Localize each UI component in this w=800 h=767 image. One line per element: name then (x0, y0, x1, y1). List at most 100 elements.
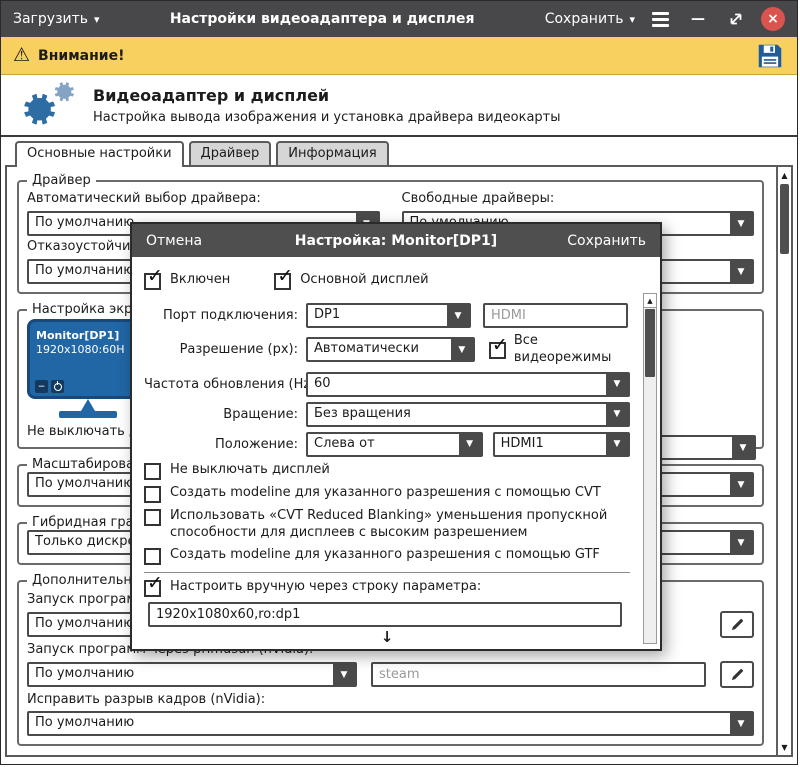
keep-on-checkbox[interactable]: ✓ (144, 462, 161, 480)
port-row: Порт подключения: DP1 ▼ (144, 303, 630, 328)
dialog-save-button[interactable]: Сохранить (556, 233, 646, 249)
main-scrollbar[interactable]: ▲ ▼ (776, 167, 791, 755)
warning-label: Внимание! (38, 47, 125, 64)
chevron-down-icon[interactable]: ▼ (458, 433, 481, 455)
close-button[interactable]: × (761, 7, 785, 31)
dialog-title: Настройка: Monitor[DP1] (294, 232, 498, 249)
all-modes-checkbox[interactable]: ✓ (488, 334, 508, 359)
all-modes-checkbox-label: Все видеорежимы (513, 333, 612, 365)
window-title: Настройки видеоадаптера и дисплея (169, 11, 475, 27)
port-manual-input[interactable] (483, 303, 628, 328)
tab-info[interactable]: Информация (276, 141, 389, 165)
primus-select[interactable]: По умолчанию ▼ (27, 662, 357, 687)
all-modes-checkbox-row[interactable]: ✓ Все видеорежимы (488, 333, 630, 367)
check-icon: ✓ (147, 571, 163, 594)
save-menu-button[interactable]: Сохранить ▾ (545, 11, 635, 27)
position-select[interactable]: Слева от ▼ (306, 431, 483, 457)
primary-display-checkbox-row[interactable]: ✓ Основной дисплей (274, 265, 429, 290)
caret-down-icon: ▾ (629, 12, 635, 26)
tab-driver[interactable]: Драйвер (188, 141, 272, 165)
rotation-select-value: Без вращения (314, 405, 411, 421)
dialog-cancel-button[interactable]: Отмена (146, 233, 236, 249)
chevron-down-icon[interactable]: ▼ (333, 664, 355, 685)
titlebar: Загрузить ▾ Настройки видеоадаптера и ди… (1, 1, 797, 37)
manual-checkbox-row[interactable]: ✓ Настроить вручную через строку парамет… (144, 572, 630, 597)
chevron-down-icon[interactable]: ▼ (447, 305, 469, 326)
chevron-down-icon[interactable]: ▼ (606, 373, 628, 395)
cvt-checkbox-label: Создать modeline для указанного разрешен… (170, 484, 601, 500)
tab-info-label: Информация (288, 146, 377, 161)
gtf-checkbox[interactable]: ✓ (144, 547, 161, 565)
rotation-row: Вращение: Без вращения ▼ (144, 401, 630, 427)
tearing-select[interactable]: По умолчанию ▼ (27, 711, 754, 736)
gtf-checkbox-row[interactable]: ✓ Создать modeline для указанного разреш… (144, 547, 630, 565)
port-select[interactable]: DP1 ▼ (306, 303, 471, 328)
pencil-icon (731, 618, 743, 631)
app-window: Загрузить ▾ Настройки видеоадаптера и ди… (0, 0, 798, 765)
primus-edit-button[interactable] (720, 661, 754, 688)
resolution-label: Разрешение (px): (179, 342, 298, 358)
position-select-value: Слева от (314, 435, 375, 451)
scroll-up-button[interactable]: ▲ (778, 167, 791, 183)
menu-button[interactable] (647, 6, 673, 32)
chevron-down-icon[interactable]: ▼ (730, 713, 752, 734)
cvt-rb-checkbox[interactable]: ✓ (144, 508, 161, 526)
resize-diagonal-icon (730, 13, 742, 25)
cvt-checkbox[interactable]: ✓ (144, 485, 161, 503)
rotation-select[interactable]: Без вращения ▼ (306, 401, 630, 427)
keep-on-checkbox-row[interactable]: ✓ Не выключать дисплей (144, 462, 630, 480)
enabled-checkbox[interactable]: ✓ (144, 265, 163, 290)
chevron-down-icon[interactable]: ▼ (730, 474, 752, 495)
resolution-row: Разрешение (px): Автоматически ▼ ✓ Все в… (144, 333, 630, 367)
dialog-top-checkboxes: ✓ Включен ✓ Основной дисплей (144, 265, 630, 295)
cvt-rb-checkbox-row[interactable]: ✓ Использовать «CVT Reduced Blanking» ум… (144, 508, 630, 542)
free-driver-label: Свободные драйверы: (401, 191, 555, 206)
scroll-down-button[interactable]: ▼ (778, 739, 791, 755)
caret-down-icon: ▾ (94, 12, 100, 26)
chevron-down-icon[interactable]: ▼ (606, 433, 628, 455)
monitor-settings-dialog: Отмена Настройка: Monitor[DP1] Сохранить… (130, 222, 662, 651)
advanced-group-legend: Дополнительно (32, 573, 140, 588)
chevron-down-icon[interactable]: ▼ (450, 339, 473, 361)
hamburger-icon (651, 11, 669, 27)
save-file-icon[interactable] (755, 41, 785, 71)
power-glyph (53, 380, 62, 391)
load-menu-button[interactable]: Загрузить ▾ (13, 11, 100, 27)
maximize-button[interactable] (723, 6, 749, 32)
optirun-edit-button[interactable] (720, 611, 754, 638)
scroll-down-icon: ▼ (781, 742, 788, 752)
scrollbar-thumb[interactable] (780, 184, 789, 254)
scroll-up-icon: ▲ (781, 170, 788, 180)
primus-select-value: По умолчанию (35, 666, 135, 681)
enabled-checkbox-row[interactable]: ✓ Включен (144, 265, 230, 290)
manual-checkbox[interactable]: ✓ (144, 572, 163, 597)
tearing-label: Исправить разрыв кадров (nVidia): (27, 692, 266, 707)
monitor-minus-icon[interactable]: − (35, 380, 48, 393)
minimize-button[interactable]: — (685, 6, 711, 32)
primus-app-input[interactable] (371, 662, 706, 687)
primary-display-checkbox[interactable]: ✓ (274, 265, 293, 290)
chevron-down-icon[interactable]: ▼ (606, 403, 628, 425)
check-icon: ✓ (277, 265, 294, 287)
chevron-down-icon[interactable]: ▼ (730, 532, 752, 553)
tab-main-settings[interactable]: Основные настройки (15, 141, 184, 167)
dialog-scrollbar[interactable]: ▲ (643, 293, 657, 644)
chevron-down-icon[interactable]: ▼ (732, 437, 754, 458)
refresh-select[interactable]: 60 ▼ (306, 371, 630, 397)
manual-param-input[interactable] (148, 601, 622, 627)
page-subtitle: Настройка вывода изображения и установка… (93, 109, 561, 125)
refresh-row: Частота обновления (Hz): 60 ▼ (144, 371, 630, 397)
primus-row: По умолчанию ▼ (27, 661, 754, 688)
position-target-select[interactable]: HDMI1 ▼ (492, 431, 630, 457)
dialog-scroll-up-button[interactable]: ▲ (644, 294, 656, 308)
cvt-checkbox-row[interactable]: ✓ Создать modeline для указанного разреш… (144, 485, 630, 503)
warning-bar: ⚠ Внимание! (1, 37, 797, 75)
chevron-down-icon[interactable]: ▼ (730, 261, 752, 282)
resolution-select[interactable]: Автоматически ▼ (306, 337, 475, 363)
dialog-scrollbar-thumb[interactable] (645, 309, 655, 377)
dialog-body: ✓ Включен ✓ Основной дисплей Порт подклю… (132, 257, 660, 649)
power-icon[interactable] (51, 380, 64, 393)
tab-bar: Основные настройки Драйвер Информация (15, 141, 797, 167)
page-title: Видеоадаптер и дисплей (93, 85, 330, 105)
chevron-down-icon[interactable]: ▼ (730, 213, 752, 234)
